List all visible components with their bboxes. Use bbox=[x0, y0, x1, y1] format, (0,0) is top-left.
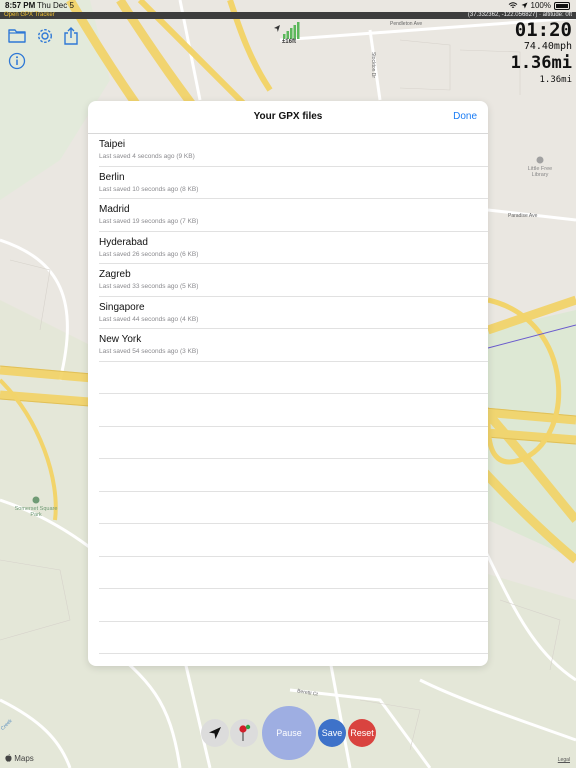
wifi-icon bbox=[508, 2, 517, 8]
list-item[interactable]: Taipei Last saved 4 seconds ago (9 KB) bbox=[99, 134, 488, 167]
reset-button[interactable]: Reset bbox=[348, 719, 376, 747]
file-meta: Last saved 4 seconds ago (9 KB) bbox=[99, 153, 195, 160]
total-distance: 1.36mi bbox=[510, 53, 572, 73]
poi-label: Somerset Square Park bbox=[14, 506, 58, 518]
location-services-icon bbox=[521, 2, 528, 9]
empty-row bbox=[99, 459, 488, 492]
file-name: Hyderabad bbox=[99, 236, 148, 248]
add-pin-button[interactable] bbox=[230, 719, 258, 747]
sheet-title: Your GPX files bbox=[253, 111, 323, 122]
file-name: New York bbox=[99, 334, 142, 345]
sheet-header: Your GPX files Done bbox=[88, 101, 488, 134]
tracking-stats: 01:20 74.40mph 1.36mi 1.36mi bbox=[511, 20, 572, 85]
pin-icon bbox=[239, 724, 251, 741]
file-name: Berlin bbox=[99, 171, 125, 183]
battery-percentage: 100% bbox=[530, 1, 551, 10]
empty-row bbox=[99, 362, 488, 394]
status-bar: 8:57 PM Thu Dec 5 100% bbox=[0, 0, 576, 12]
folder-button[interactable] bbox=[8, 27, 26, 48]
share-button[interactable] bbox=[64, 27, 78, 50]
empty-row bbox=[99, 492, 488, 524]
folder-icon bbox=[8, 29, 26, 43]
empty-row bbox=[99, 589, 488, 622]
maps-logo: Maps bbox=[5, 753, 34, 763]
elapsed-timer: 01:20 bbox=[514, 19, 572, 41]
maps-label: Maps bbox=[14, 754, 34, 763]
file-meta: Last saved 19 seconds ago (7 KB) bbox=[99, 218, 199, 225]
list-item[interactable]: Singapore Last saved 44 seconds ago (4 K… bbox=[99, 297, 488, 329]
empty-row bbox=[99, 427, 488, 459]
list-item[interactable]: Zagreb Last saved 33 seconds ago (5 KB) bbox=[99, 264, 488, 297]
park-icon bbox=[32, 496, 40, 504]
list-item[interactable]: Berlin Last saved 10 seconds ago (8 KB) bbox=[99, 167, 488, 199]
gps-signal-indicator: ±16ft bbox=[273, 22, 301, 45]
file-name: Madrid bbox=[99, 204, 130, 215]
status-time: 8:57 PM bbox=[5, 1, 36, 10]
file-meta: Last saved 26 seconds ago (6 KB) bbox=[99, 250, 199, 258]
list-item[interactable]: New York Last saved 54 seconds ago (3 KB… bbox=[99, 329, 488, 362]
street-label-paradise: Paradise Ave bbox=[508, 213, 538, 219]
empty-row bbox=[99, 622, 488, 654]
file-name: Taipei bbox=[99, 139, 126, 150]
file-name: Singapore bbox=[99, 301, 145, 313]
info-icon bbox=[8, 52, 26, 70]
coordinates-readout: (37.332362, -122.056827) · altitude: 0ft bbox=[467, 12, 572, 18]
follow-user-button[interactable] bbox=[201, 719, 229, 747]
save-button[interactable]: Save bbox=[318, 719, 346, 747]
settings-button[interactable] bbox=[36, 27, 54, 50]
empty-row bbox=[99, 524, 488, 557]
share-icon bbox=[64, 27, 78, 45]
street-label-pendleton: Pendleton Ave bbox=[390, 21, 423, 27]
app-name: Open GPX Tracker bbox=[4, 12, 55, 18]
apple-logo-icon bbox=[5, 753, 12, 762]
empty-row bbox=[99, 394, 488, 427]
list-item[interactable]: Hyderabad Last saved 26 seconds ago (6 K… bbox=[99, 232, 488, 264]
pause-button[interactable]: Pause bbox=[262, 706, 316, 760]
poi-little-free-library[interactable]: Little Free Library bbox=[522, 156, 558, 178]
file-meta: Last saved 54 seconds ago (3 KB) bbox=[99, 348, 199, 355]
gps-accuracy: ±16ft bbox=[282, 39, 296, 45]
file-meta: Last saved 10 seconds ago (8 KB) bbox=[99, 185, 199, 193]
location-arrow-icon bbox=[209, 727, 221, 739]
signal-strength-icon bbox=[274, 22, 300, 39]
library-icon bbox=[536, 156, 544, 164]
file-name: Zagreb bbox=[99, 269, 131, 280]
app-info-bar: Open GPX Tracker (37.332362, -122.056827… bbox=[0, 12, 576, 19]
poi-label: Little Free Library bbox=[527, 166, 553, 178]
gpx-file-list: Taipei Last saved 4 seconds ago (9 KB) B… bbox=[88, 134, 488, 654]
empty-row bbox=[99, 557, 488, 589]
poi-somerset-square-park[interactable]: Somerset Square Park bbox=[14, 496, 58, 518]
file-meta: Last saved 44 seconds ago (4 KB) bbox=[99, 315, 199, 323]
gpx-files-sheet: Your GPX files Done Taipei Last saved 4 … bbox=[88, 101, 488, 666]
status-right: 100% bbox=[508, 1, 570, 10]
battery-icon bbox=[554, 1, 570, 10]
street-label-stockton: Stockton Dr bbox=[370, 51, 377, 79]
list-item[interactable]: Madrid Last saved 19 seconds ago (7 KB) bbox=[99, 199, 488, 232]
legal-link[interactable]: Legal bbox=[558, 757, 570, 763]
info-button[interactable] bbox=[8, 52, 26, 75]
status-date: Thu Dec 5 bbox=[37, 1, 74, 10]
done-button[interactable]: Done bbox=[453, 111, 477, 122]
segment-distance: 1.36mi bbox=[539, 75, 572, 85]
gear-icon bbox=[37, 28, 53, 44]
current-speed: 74.40mph bbox=[523, 41, 572, 52]
file-meta: Last saved 33 seconds ago (5 KB) bbox=[99, 283, 199, 290]
